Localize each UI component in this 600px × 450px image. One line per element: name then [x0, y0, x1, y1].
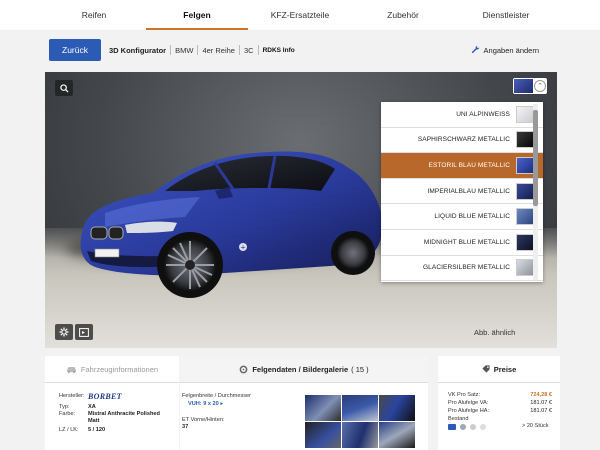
color-option-label: SAPHIRSCHWARZ METALLIC	[417, 136, 510, 144]
wrench-icon	[471, 45, 484, 56]
price-value: 181.07 €	[530, 400, 552, 406]
et-label: ET Vorne/Hinten:	[182, 417, 225, 423]
chevron-icon: ⌃	[534, 80, 546, 92]
color-option-label: GLACIERSILBER METALLIC	[423, 264, 510, 272]
gallery-thumbnail[interactable]	[379, 395, 415, 421]
price-row-front: Pro Alufelge VA: 181.07 €	[448, 400, 552, 406]
pickup-icon	[480, 424, 486, 430]
store-icon	[470, 424, 476, 430]
toolbar: Zurück 3D Konfigurator BMW 4er Reihe 3C …	[45, 37, 557, 63]
back-button[interactable]: Zurück	[49, 39, 101, 61]
bolt-pattern-label: LZ / LK:	[59, 427, 79, 433]
vehicle-info-title: Fahrzeuginformationen	[80, 364, 159, 374]
color-option[interactable]: IMPERIALBLAU METALLIC	[381, 179, 543, 205]
main-navigation: Reifen Felgen KFZ-Ersatzteile Zubehör Di…	[0, 0, 600, 30]
stock-indicators	[448, 424, 486, 430]
color-option-selected[interactable]: ESTORIL BLAU METALLIC	[381, 153, 543, 179]
rim-data-tab[interactable]: Felgendaten / Bildergalerie ( 15 )	[180, 356, 428, 383]
image-similar-caption: Abb. ähnlich	[474, 328, 516, 337]
settings-button[interactable]	[55, 324, 73, 340]
breadcrumb: 3D Konfigurator BMW 4er Reihe 3C RDKS In…	[109, 45, 299, 55]
manufacturer-label: Hersteller:	[59, 393, 85, 399]
price-value: 181.07 €	[530, 408, 552, 414]
crumb-rdks-info[interactable]: RDKS Info	[259, 47, 299, 54]
type-label: Typ:	[59, 404, 70, 410]
gallery-thumbnail[interactable]	[379, 422, 415, 448]
tab-zubehoer[interactable]: Zubehör	[352, 0, 454, 30]
screen-icon	[79, 327, 89, 337]
stock-row: Bestand	[448, 416, 552, 422]
color-dropdown-toggle[interactable]: ⌃	[513, 78, 547, 94]
scrollbar-thumb[interactable]	[533, 110, 538, 206]
type-value: XA	[88, 404, 96, 410]
selected-color-swatch	[514, 79, 534, 93]
gallery-thumbnail[interactable]	[305, 422, 341, 448]
rim-image-count: ( 15 )	[351, 364, 369, 374]
price-row-set: VK Pro Satz: 724,28 €	[448, 392, 552, 398]
crumb-model[interactable]: 3C	[240, 46, 258, 55]
color-list-scrollbar[interactable]	[533, 104, 538, 280]
fullscreen-button[interactable]	[75, 324, 93, 340]
color-option[interactable]: SAPHIRSCHWARZ METALLIC	[381, 128, 543, 154]
color-value: Mistral Anthracite Polished	[88, 411, 160, 417]
price-key: VK Pro Satz:	[448, 392, 481, 398]
color-option-label: UNI ALPINWEISS	[456, 110, 510, 118]
price-tab[interactable]: Preise	[438, 356, 560, 383]
color-option[interactable]: GLACIERSILBER METALLIC	[381, 256, 543, 282]
price-title: Preise	[493, 364, 517, 374]
price-row-rear: Pro Alufelge HA: 181.07 €	[448, 408, 552, 414]
tab-dienstleister[interactable]: Dienstleister	[455, 0, 557, 30]
rim-width-label: Felgenbreite / Durchmesser	[182, 393, 252, 399]
truck-icon	[460, 424, 466, 430]
tab-kfz-ersatzteile[interactable]: KFZ-Ersatzteile	[249, 0, 351, 30]
magnifier-icon	[59, 83, 69, 93]
change-details-label: Angaben ändern	[483, 45, 539, 55]
color-option[interactable]: LIQUID BLUE METALLIC	[381, 204, 543, 230]
tag-icon	[482, 365, 490, 373]
vehicle-info-panel: Fahrzeuginformationen	[45, 356, 179, 450]
stock-label: Bestand	[448, 416, 469, 422]
price-key: Pro Alufelge VA:	[448, 400, 489, 406]
et-value: 37	[182, 424, 189, 430]
warehouse-icon	[448, 424, 456, 430]
gallery-thumbnail[interactable]	[305, 395, 341, 421]
color-label: Farbe:	[59, 411, 76, 417]
price-key: Pro Alufelge HA:	[448, 408, 490, 414]
rim-icon	[239, 365, 248, 373]
color-option-label: IMPERIALBLAU METALLIC	[427, 187, 510, 195]
stock-value: > 20 Stück	[522, 423, 549, 429]
color-option[interactable]: UNI ALPINWEISS	[381, 102, 543, 128]
color-option-label: MIDNIGHT BLUE METALLIC	[423, 238, 510, 246]
bolt-pattern-value: 5 / 120	[88, 427, 106, 433]
color-option-label: ESTORIL BLAU METALLIC	[428, 161, 510, 169]
color-option-label: LIQUID BLUE METALLIC	[434, 213, 510, 221]
svg-text:+: +	[240, 244, 246, 252]
tab-reifen[interactable]: Reifen	[43, 0, 145, 30]
rim-data-title: Felgendaten / Bildergalerie	[252, 364, 349, 374]
gallery-thumbnail[interactable]	[342, 422, 378, 448]
change-details-button[interactable]: Angaben ändern	[471, 45, 539, 56]
vehicle-info-tab[interactable]: Fahrzeuginformationen	[45, 356, 179, 383]
gallery-thumbnail[interactable]	[342, 395, 378, 421]
crumb-brand[interactable]: BMW	[171, 46, 197, 55]
crumb-configurator[interactable]: 3D Konfigurator	[109, 46, 170, 55]
tab-felgen[interactable]: Felgen	[146, 0, 248, 30]
brand-logo: BORBET	[88, 392, 122, 401]
gear-icon	[59, 327, 69, 337]
price-value: 724,28 €	[530, 392, 552, 398]
color-option[interactable]: MIDNIGHT BLUE METALLIC	[381, 230, 543, 256]
crumb-series[interactable]: 4er Reihe	[198, 46, 239, 55]
car-render: +	[80, 151, 383, 298]
color-list: UNI ALPINWEISS SAPHIRSCHWARZ METALLIC ES…	[381, 102, 543, 282]
rim-width-value[interactable]: VUH: 9 x 20 ▸	[188, 401, 223, 408]
color-value-2: Matt	[88, 418, 100, 424]
image-gallery	[305, 395, 415, 448]
car-icon	[66, 366, 76, 373]
zoom-search-button[interactable]	[55, 80, 73, 96]
